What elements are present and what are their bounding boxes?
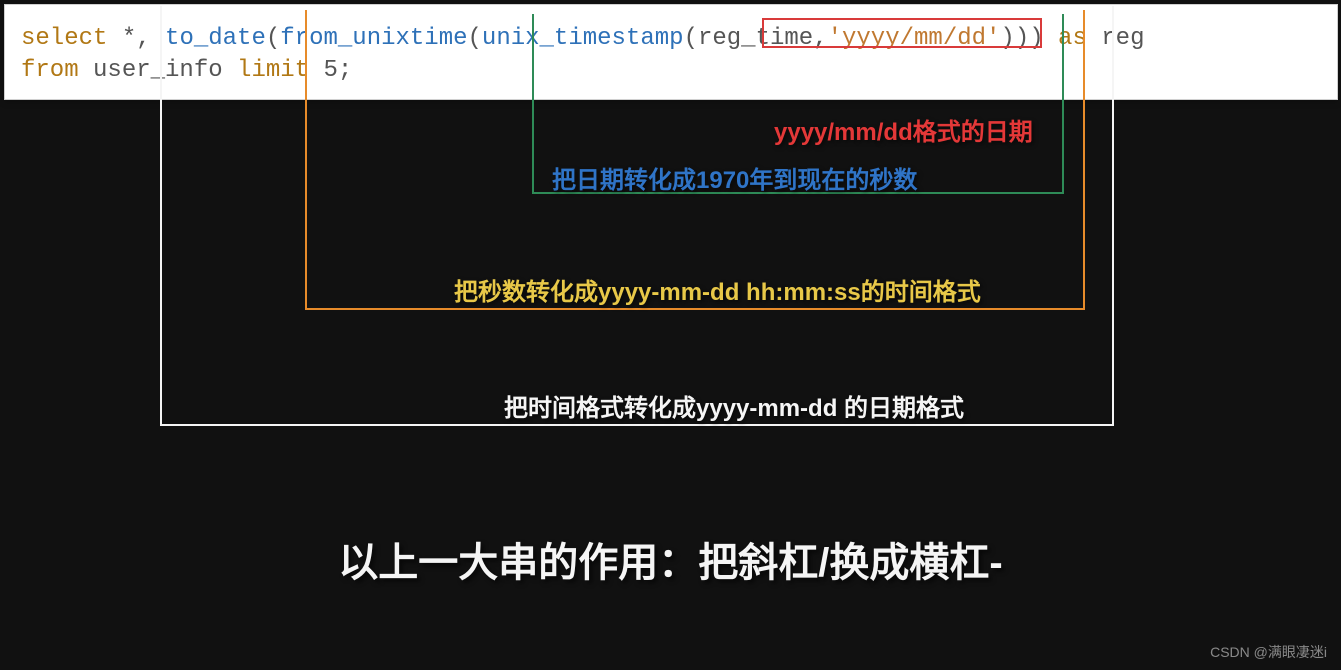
kw-from: from — [21, 57, 79, 84]
kw-limit: limit — [237, 57, 309, 84]
anno-blue: 把日期转化成1970年到现在的秒数 — [552, 160, 917, 195]
kw-select: select — [21, 25, 107, 52]
alias-reg: reg — [1101, 25, 1144, 52]
semicolon: ; — [338, 57, 352, 84]
watermark: CSDN @满眼凄迷i — [1210, 642, 1327, 662]
lparen: ( — [266, 25, 280, 52]
anno-white: 把时间格式转化成yyyy-mm-dd 的日期格式 — [504, 388, 964, 423]
fn-from-unixtime: from_unixtime — [280, 25, 467, 52]
sql-code-block: select *, to_date(from_unixtime(unix_tim… — [4, 4, 1338, 100]
literal-5: 5 — [323, 57, 337, 84]
fn-to-date: to_date — [165, 25, 266, 52]
conclusion-text: 以上一大串的作用：把斜杠/换成横杠- — [0, 530, 1341, 588]
kw-as: as — [1058, 25, 1087, 52]
fmt-string: 'yyyy/mm/dd' — [828, 25, 1001, 52]
anno-red: yyyy/mm/dd格式的日期 — [774, 112, 1033, 147]
anno-yellow: 把秒数转化成yyyy-mm-dd hh:mm:ss的时间格式 — [454, 272, 981, 307]
fn-unix-timestamp: unix_timestamp — [482, 25, 684, 52]
star: * — [122, 25, 136, 52]
tbl-user-info: user_info — [93, 57, 223, 84]
comma: , — [136, 25, 150, 52]
col-reg-time: reg_time — [698, 25, 813, 52]
